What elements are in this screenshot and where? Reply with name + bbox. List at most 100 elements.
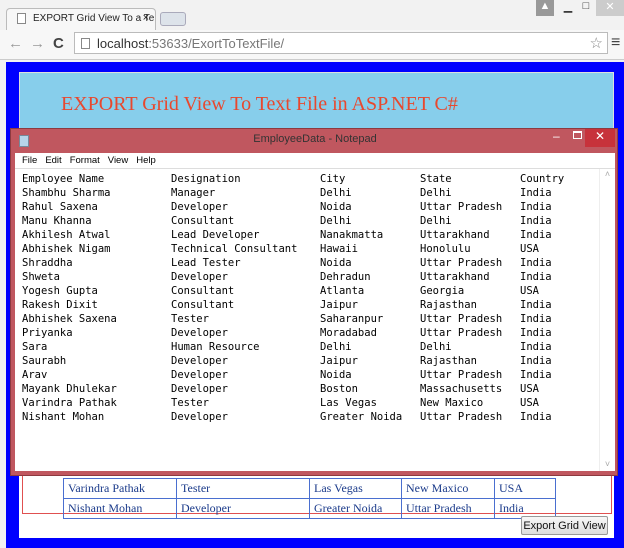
text-cell: India: [520, 201, 552, 213]
employee-grid: Varindra Pathak Tester Las Vegas New Maxico…: [63, 478, 556, 519]
menu-icon[interactable]: ≡: [611, 34, 620, 52]
menu-bar: File Edit Format View Help: [15, 153, 615, 169]
menu-file[interactable]: File: [22, 155, 37, 166]
text-cell: Tester: [171, 397, 209, 409]
text-cell: Technical Consultant: [171, 243, 298, 255]
text-cell: USA: [520, 243, 539, 255]
close-tab-icon[interactable]: ×: [143, 12, 149, 24]
text-cell: Tester: [171, 313, 209, 325]
text-cell: India: [520, 327, 552, 339]
table-row: Nishant Mohan Developer Greater Noida Uttar…: [63, 498, 556, 519]
text-cell: India: [520, 313, 552, 325]
text-cell: Noida: [320, 201, 352, 213]
text-cell: Mayank Dhulekar: [22, 383, 117, 395]
notepad-title: EmployeeData - Notepad: [253, 133, 377, 145]
text-cell: India: [520, 229, 552, 241]
table-row: Varindra Pathak Tester Las Vegas New Maxico…: [63, 478, 556, 499]
reload-icon[interactable]: C: [53, 35, 64, 52]
text-cell: Hawaii: [320, 243, 358, 255]
menu-edit[interactable]: Edit: [45, 155, 61, 166]
scroll-up-icon[interactable]: ˄: [600, 169, 615, 179]
address-bar[interactable]: localhost:53633/ExortToTextFile/ ☆: [74, 32, 608, 54]
tab-strip: EXPORT Grid View To a Te × ▲ ▁ □ ✕: [0, 0, 624, 30]
text-area[interactable]: Employee Name Designation City State Country…: [15, 169, 615, 471]
text-cell: Developer: [171, 327, 228, 339]
close-icon[interactable]: ✕: [585, 129, 615, 147]
new-tab-button[interactable]: [160, 12, 186, 26]
text-cell: Akhilesh Atwal: [22, 229, 111, 241]
text-cell: Delhi: [320, 187, 352, 199]
text-cell: India: [520, 257, 552, 269]
forward-icon[interactable]: →: [30, 35, 45, 52]
text-cell: Rajasthan: [420, 299, 477, 311]
text-cell: Rakesh Dixit: [22, 299, 98, 311]
browser-toolbar: ← → C localhost:53633/ExortToTextFile/☆ …: [0, 30, 624, 60]
export-grid-view-button[interactable]: Export Grid View: [521, 516, 608, 535]
text-cell: Shambhu Sharma: [22, 187, 111, 199]
text-cell: Consultant: [171, 299, 235, 311]
browser-tab[interactable]: EXPORT Grid View To a Te ×: [6, 8, 156, 30]
text-cell: India: [520, 341, 552, 353]
text-cell: Uttar Pradesh: [420, 327, 503, 339]
minimize-icon[interactable]: –: [553, 129, 560, 143]
table-cell: Las Vegas: [309, 478, 402, 499]
text-cell: Uttarakhand: [420, 229, 490, 241]
text-cell: Delhi: [420, 341, 452, 353]
page-icon: [81, 38, 90, 49]
text-cell: Dehradun: [320, 271, 371, 283]
text-cell: Honolulu: [420, 243, 471, 255]
back-icon[interactable]: ←: [8, 35, 23, 52]
table-cell: New Maxico: [401, 478, 495, 499]
text-cell: City: [320, 173, 346, 185]
bookmark-star-icon[interactable]: ☆: [590, 34, 603, 52]
text-cell: Developer: [171, 369, 228, 381]
user-icon[interactable]: ▲: [536, 0, 554, 16]
text-cell: Sara: [22, 341, 48, 353]
text-cell: USA: [520, 397, 539, 409]
text-cell: Manager: [171, 187, 216, 199]
close-icon[interactable]: ✕: [596, 0, 624, 16]
text-cell: Las Vegas: [320, 397, 377, 409]
text-cell: Noida: [320, 257, 352, 269]
text-cell: Country: [520, 173, 565, 185]
scroll-down-icon[interactable]: ˅: [600, 459, 615, 469]
text-cell: Delhi: [420, 215, 452, 227]
text-cell: India: [520, 355, 552, 367]
menu-format[interactable]: Format: [70, 155, 100, 166]
text-cell: Noida: [320, 369, 352, 381]
menu-help[interactable]: Help: [136, 155, 156, 166]
text-cell: Consultant: [171, 215, 235, 227]
table-cell: Nishant Mohan: [63, 498, 177, 519]
text-cell: Employee Name: [22, 173, 105, 185]
text-cell: Developer: [171, 355, 228, 367]
text-cell: Georgia: [420, 285, 465, 297]
text-cell: Nanakmatta: [320, 229, 384, 241]
table-cell: Tester: [176, 478, 310, 499]
text-cell: Developer: [171, 383, 228, 395]
text-cell: Saurabh: [22, 355, 67, 367]
text-cell: Developer: [171, 201, 228, 213]
text-cell: Moradabad: [320, 327, 377, 339]
text-cell: Shraddha: [22, 257, 73, 269]
maximize-icon[interactable]: [573, 131, 582, 139]
text-cell: India: [520, 299, 552, 311]
text-cell: Uttar Pradesh: [420, 201, 503, 213]
text-cell: Uttarakhand: [420, 271, 490, 283]
page-title: EXPORT Grid View To Text File in ASP.NET…: [61, 93, 458, 115]
url-path: :53633/ExortToTextFile/: [148, 36, 285, 51]
vertical-scrollbar[interactable]: ˄ ˅: [599, 169, 615, 471]
text-cell: USA: [520, 285, 539, 297]
maximize-icon[interactable]: □: [578, 0, 594, 16]
text-cell: Boston: [320, 383, 358, 395]
text-cell: State: [420, 173, 452, 185]
text-cell: Priyanka: [22, 327, 73, 339]
text-cell: Nishant Mohan: [22, 411, 105, 423]
minimize-icon[interactable]: ▁: [560, 0, 576, 16]
url-host: localhost: [97, 36, 149, 51]
text-cell: Delhi: [420, 187, 452, 199]
text-cell: USA: [520, 383, 539, 395]
menu-view[interactable]: View: [108, 155, 128, 166]
table-cell: Developer: [176, 498, 310, 519]
text-cell: Varindra Pathak: [22, 397, 117, 409]
text-cell: Massachusetts: [420, 383, 503, 395]
